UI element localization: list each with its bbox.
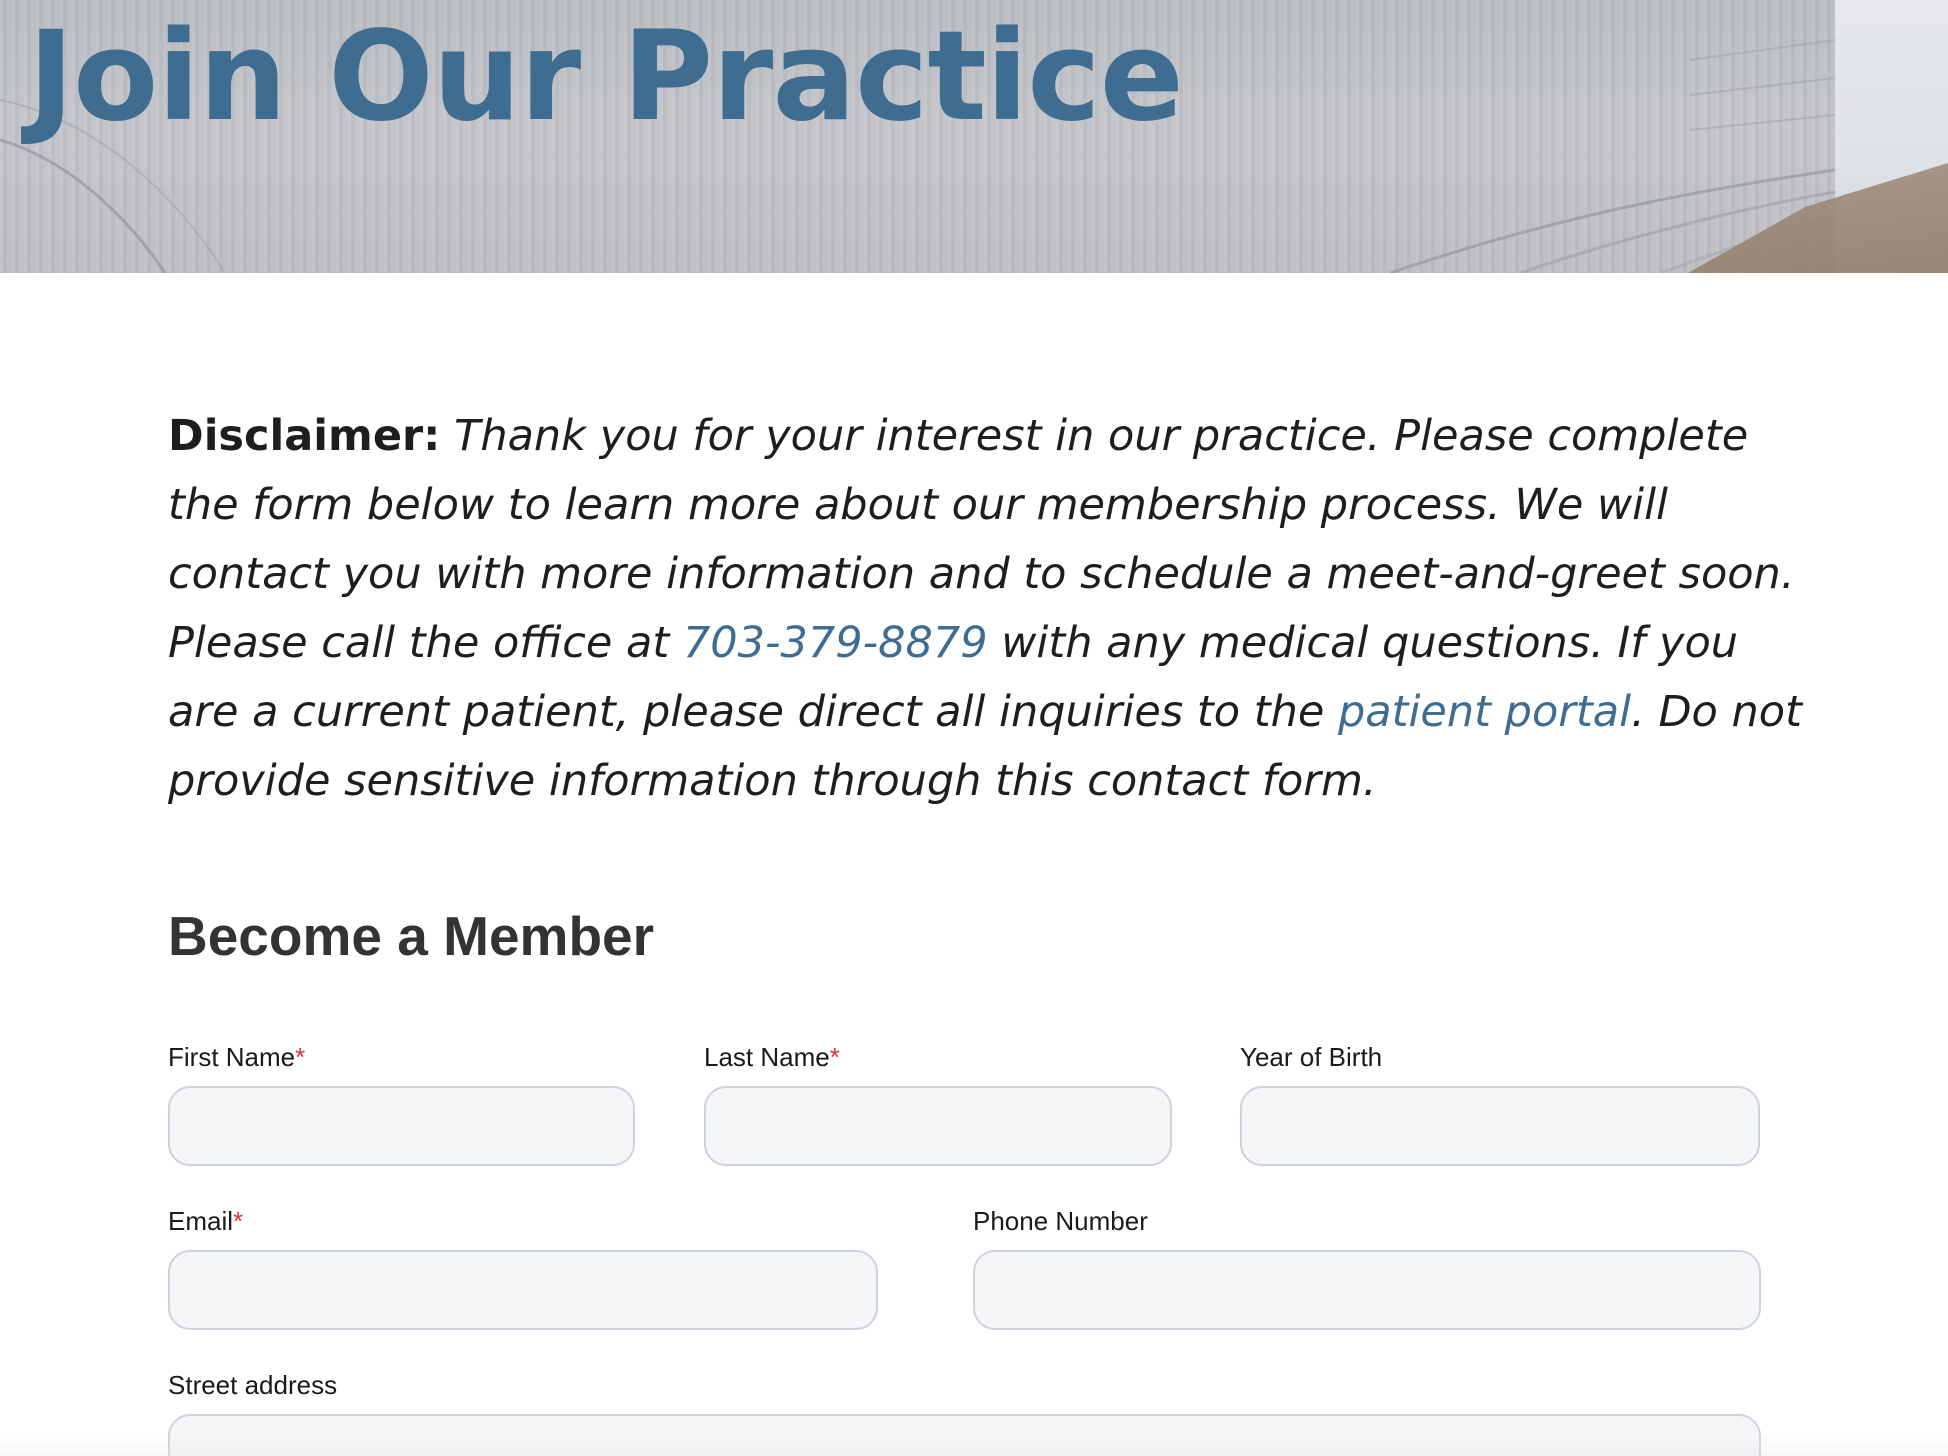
required-marker: * bbox=[233, 1206, 244, 1236]
last-name-label-text: Last Name bbox=[704, 1042, 830, 1072]
phone-number-label: Phone Number bbox=[973, 1206, 1148, 1237]
street-address-input[interactable] bbox=[168, 1414, 1761, 1456]
required-marker: * bbox=[829, 1042, 840, 1072]
email-input[interactable] bbox=[168, 1250, 878, 1330]
email-label: Email* bbox=[168, 1206, 243, 1237]
last-name-input[interactable] bbox=[704, 1086, 1172, 1166]
hero-banner: Join Our Practice bbox=[0, 0, 1948, 273]
disclaimer-lead: Disclaimer: bbox=[168, 411, 441, 461]
disclaimer-body: Thank you for your interest in our pract… bbox=[168, 411, 1802, 806]
form-title: Become a Member bbox=[168, 905, 655, 967]
phone-number-input[interactable] bbox=[973, 1250, 1761, 1330]
patient-portal-link[interactable]: patient portal bbox=[1338, 687, 1631, 737]
required-marker: * bbox=[295, 1042, 306, 1072]
year-of-birth-label: Year of Birth bbox=[1240, 1042, 1382, 1073]
first-name-input[interactable] bbox=[168, 1086, 635, 1166]
page: Join Our Practice Disclaimer: Thank you … bbox=[0, 0, 1948, 1456]
year-of-birth-label-text: Year of Birth bbox=[1240, 1042, 1383, 1072]
page-title: Join Our Practice bbox=[28, 5, 1184, 149]
last-name-label: Last Name* bbox=[704, 1042, 840, 1073]
first-name-label: First Name* bbox=[168, 1042, 305, 1073]
street-address-label-text: Street address bbox=[168, 1370, 338, 1400]
street-address-label: Street address bbox=[168, 1370, 337, 1401]
year-of-birth-input[interactable] bbox=[1240, 1086, 1760, 1166]
phone-number-label-text: Phone Number bbox=[973, 1206, 1148, 1236]
phone-link[interactable]: 703-379-8879 bbox=[683, 618, 988, 668]
first-name-label-text: First Name bbox=[168, 1042, 296, 1072]
disclaimer-text: Disclaimer: Thank you for your interest … bbox=[168, 402, 1808, 816]
email-label-text: Email bbox=[168, 1206, 234, 1236]
